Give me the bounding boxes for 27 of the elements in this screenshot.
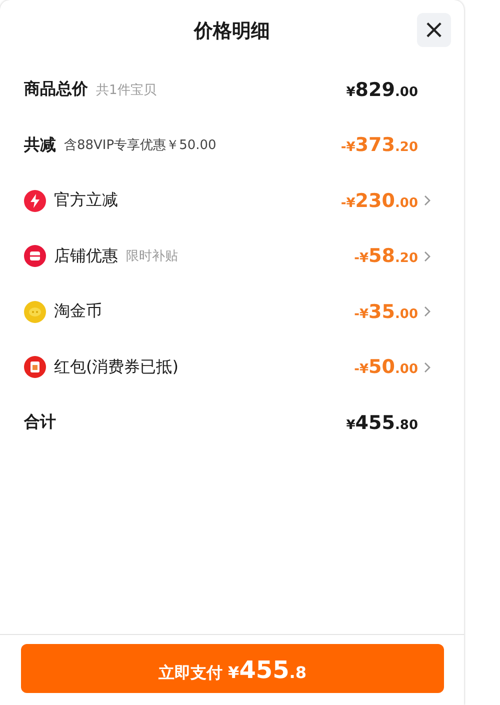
chevron-icon[interactable] bbox=[424, 362, 431, 373]
price-note: 限时补贴 bbox=[126, 248, 178, 266]
price-amount: ¥455.80 bbox=[346, 412, 418, 434]
price-label: 共减 bbox=[24, 134, 56, 156]
price-label: 店铺优惠 bbox=[54, 246, 118, 267]
price-amount: -¥35.00 bbox=[354, 300, 418, 323]
coin-icon bbox=[24, 300, 46, 323]
envelope-icon bbox=[24, 356, 46, 378]
price-note: 含88VIP专享优惠￥50.00 bbox=[64, 137, 216, 154]
price-note: 共1件宝贝 bbox=[96, 82, 156, 99]
chevron-icon[interactable] bbox=[424, 250, 431, 262]
sheet-title: 价格明细 bbox=[194, 19, 270, 44]
chevron-icon[interactable] bbox=[424, 306, 431, 318]
price-label: 商品总价 bbox=[24, 79, 88, 100]
price-amount: ¥829.00 bbox=[346, 78, 418, 101]
price-amount: -¥58.20 bbox=[354, 245, 418, 268]
price-label: 红包(消费券已抵) bbox=[54, 356, 178, 378]
price-amount: -¥373.20 bbox=[340, 134, 418, 156]
lightning-icon bbox=[24, 190, 46, 212]
store-icon bbox=[24, 245, 46, 268]
price-amount: -¥50.00 bbox=[354, 356, 418, 378]
price-label: 官方立减 bbox=[54, 190, 118, 212]
price-amount: -¥230.00 bbox=[340, 190, 418, 212]
price-label: 淘金币 bbox=[54, 301, 102, 322]
chevron-icon[interactable] bbox=[424, 195, 431, 206]
close-button[interactable]: × bbox=[417, 13, 451, 47]
price-label: 合计 bbox=[24, 412, 56, 434]
